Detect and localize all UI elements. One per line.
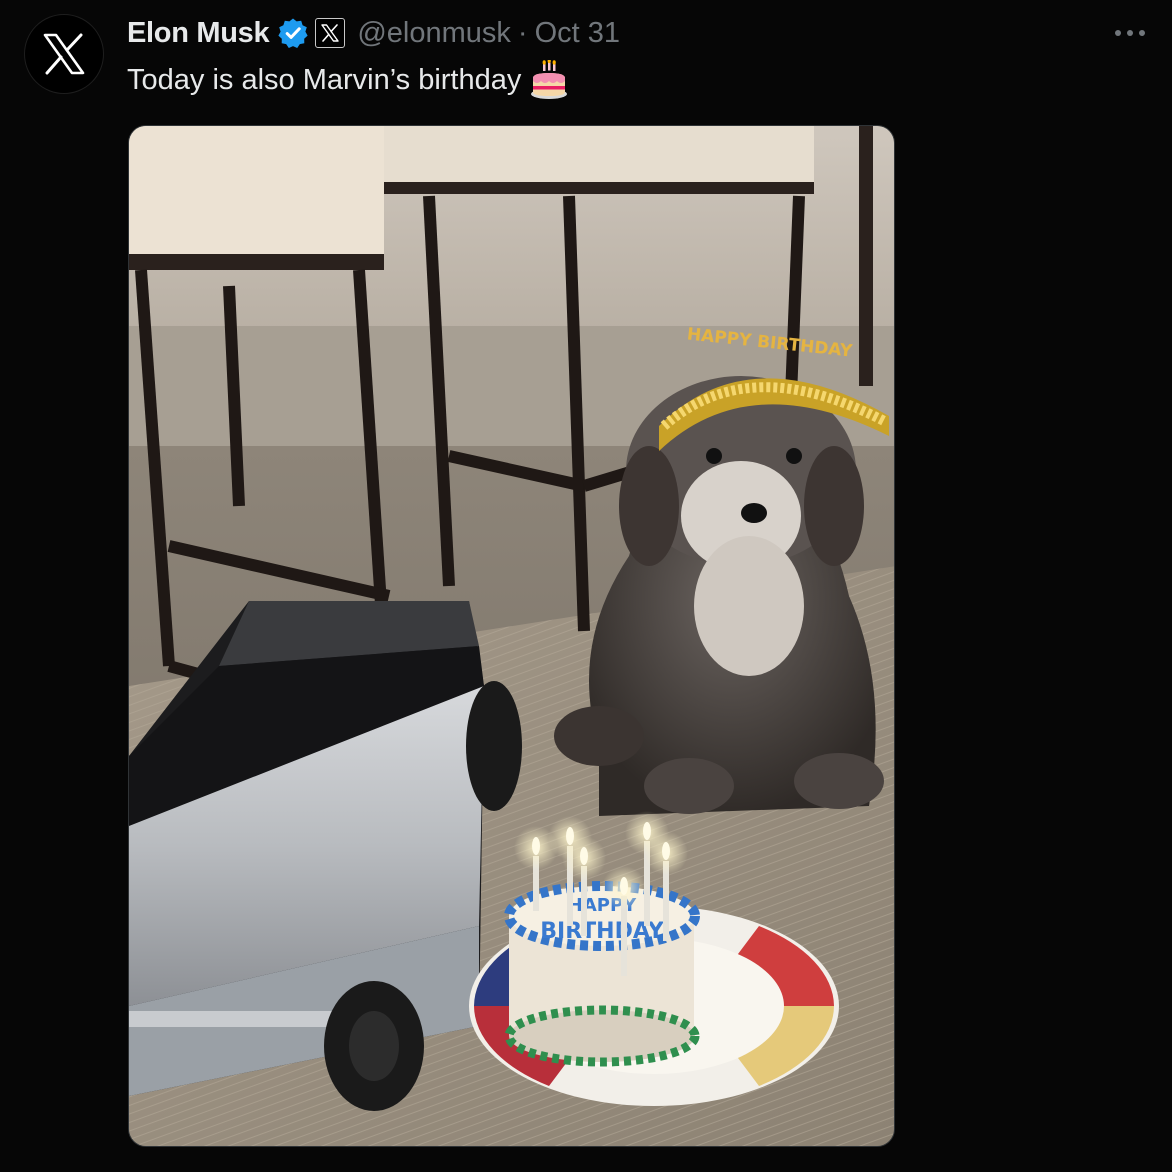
tweet-date[interactable]: Oct 31 <box>535 17 620 50</box>
more-options-button[interactable] <box>1110 18 1150 48</box>
tweet-text: Today is also Marvin’s birthday <box>127 60 569 100</box>
x-affiliate-badge-icon[interactable] <box>315 18 346 48</box>
tweet-text-content: Today is also Marvin’s birthday <box>127 63 522 96</box>
more-options-icon <box>1115 30 1145 36</box>
x-logo-icon <box>43 33 85 75</box>
tweet-photo[interactable]: HAPPY BIRTHDAY HAPPY BIRTHDAY <box>128 125 895 1147</box>
display-name[interactable]: Elon Musk <box>127 17 270 50</box>
photo-canvas: HAPPY BIRTHDAY HAPPY BIRTHDAY <box>129 126 894 1146</box>
verified-badge-icon[interactable] <box>277 17 309 49</box>
user-handle[interactable]: @elonmusk <box>357 17 511 50</box>
avatar[interactable] <box>24 14 104 94</box>
birthday-cake-emoji-icon <box>529 60 569 100</box>
tweet: Elon Musk @elonmusk · Oct 31 Today is al… <box>0 0 1172 1172</box>
header-separator: · <box>517 16 528 49</box>
tweet-header: Elon Musk @elonmusk · Oct 31 <box>127 14 620 52</box>
